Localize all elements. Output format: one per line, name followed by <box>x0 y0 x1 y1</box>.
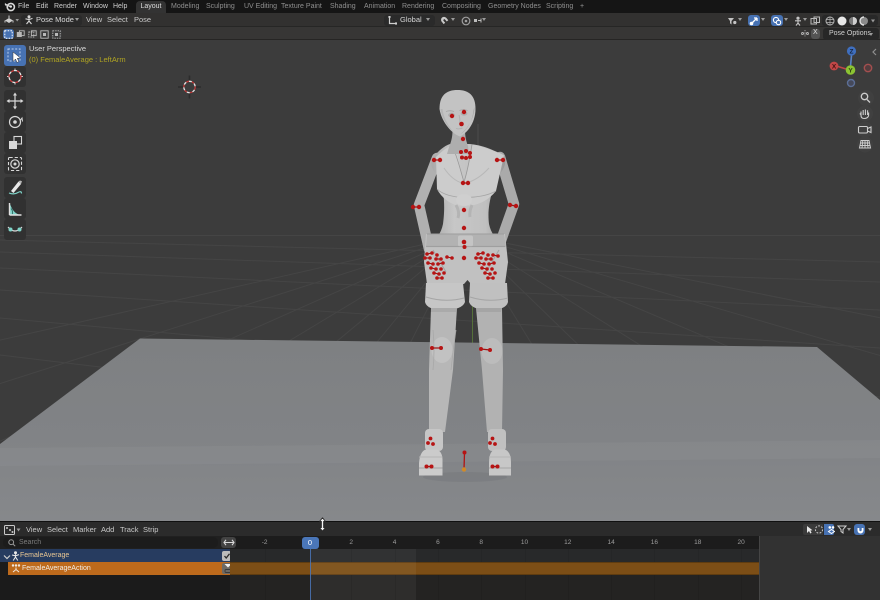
svg-text:X: X <box>832 63 837 70</box>
svg-text:Y: Y <box>848 68 853 75</box>
svg-text:Z: Z <box>850 48 854 55</box>
